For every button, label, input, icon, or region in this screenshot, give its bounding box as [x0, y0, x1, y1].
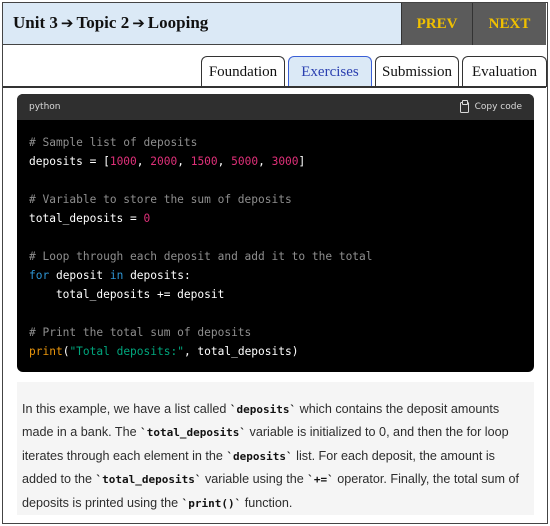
tab-submission[interactable]: Submission	[375, 56, 459, 87]
tab-evaluation[interactable]: Evaluation	[462, 56, 547, 87]
code-line: total_deposits = 0	[29, 209, 522, 228]
inline-code: `total_deposits`	[95, 473, 202, 487]
explanation-segment: In this example, we have a list called	[22, 402, 230, 416]
code-token: for	[29, 269, 50, 282]
header-bar: Unit 3 ➔ Topic 2 ➔ Looping PREV NEXT	[3, 3, 546, 45]
inline-code: `deposits`	[226, 449, 293, 463]
code-token: print	[29, 345, 63, 358]
code-token: total_deposits += deposit	[29, 288, 225, 301]
arrow-right-icon: ➔	[60, 14, 74, 32]
code-token: # Sample list of deposits	[29, 136, 198, 149]
breadcrumb: Unit 3 ➔ Topic 2 ➔ Looping	[13, 13, 208, 33]
clipboard-icon	[459, 99, 469, 113]
code-token: "Total deposits:"	[69, 345, 184, 358]
code-line: # Print the total sum of deposits	[29, 323, 522, 342]
code-block: python Copy code # Sample list of deposi…	[17, 94, 534, 372]
code-token: 3000	[271, 155, 299, 168]
inline-code: `+=`	[307, 473, 334, 487]
inline-code: `print()`	[181, 496, 242, 510]
code-token: 0	[143, 212, 151, 225]
code-token: # Loop through each deposit and add it t…	[29, 250, 373, 263]
breadcrumb-page: Looping	[147, 13, 209, 32]
code-line: # Sample list of deposits	[29, 133, 522, 152]
code-token: 2000	[150, 155, 178, 168]
code-content: # Sample list of deposits deposits = [100…	[17, 120, 534, 372]
code-token: ,	[217, 155, 232, 168]
code-language: python	[29, 102, 61, 112]
next-button[interactable]: NEXT	[472, 3, 546, 45]
code-token: ,	[258, 155, 272, 168]
code-header: python Copy code	[17, 94, 534, 120]
code-token: # Print the total sum of deposits	[29, 326, 252, 339]
code-line: # Variable to store the sum of deposits	[29, 190, 522, 209]
code-token: deposits = [	[29, 155, 110, 168]
tab-bar: Foundation Exercises Submission Evaluati…	[201, 56, 550, 87]
code-token: # Variable to store the sum of deposits	[29, 193, 292, 206]
code-token: ,	[177, 155, 191, 168]
code-token: total_deposits =	[29, 212, 144, 225]
code-line: # Loop through each deposit and add it t…	[29, 247, 522, 266]
code-token: ]	[298, 155, 306, 168]
tab-exercises[interactable]: Exercises	[288, 56, 372, 87]
code-token: in	[109, 269, 124, 282]
code-token: 1000	[109, 155, 137, 168]
code-token: deposit	[49, 269, 110, 282]
explanation-text: In this example, we have a list called `…	[17, 382, 534, 515]
code-line: total_deposits += deposit	[29, 285, 522, 304]
code-line: print("Total deposits:", total_deposits)	[29, 342, 522, 361]
page-frame: Unit 3 ➔ Topic 2 ➔ Looping PREV NEXT Foundat…	[2, 2, 548, 524]
breadcrumb-topic: Topic 2	[76, 13, 130, 32]
explanation-segment: variable using the	[201, 472, 308, 487]
inline-code: `total_deposits`	[140, 426, 247, 440]
explanation-segment: function.	[241, 495, 293, 510]
tab-foundation[interactable]: Foundation	[201, 56, 285, 87]
code-token: deposits:	[123, 269, 191, 282]
inline-code: `deposits`	[229, 403, 297, 416]
code-token: ,	[136, 155, 151, 168]
code-token: , total_deposits)	[183, 345, 299, 358]
prev-button[interactable]: PREV	[401, 3, 472, 45]
breadcrumb-unit: Unit 3	[13, 13, 58, 32]
code-token: 5000	[231, 155, 259, 168]
tab-divider	[3, 86, 546, 88]
arrow-right-icon: ➔	[132, 14, 145, 32]
code-line: for deposit in deposits:	[29, 266, 522, 285]
code-line: deposits = [1000, 2000, 1500, 5000, 3000…	[29, 152, 522, 171]
copy-code-button[interactable]: Copy code	[459, 99, 522, 113]
code-token: 1500	[190, 155, 218, 168]
copy-code-label: Copy code	[474, 102, 522, 112]
